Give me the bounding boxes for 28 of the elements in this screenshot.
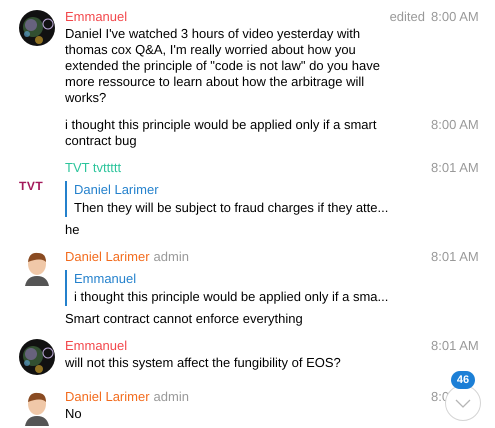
chevron-down-icon [455,398,471,408]
message-time: 8:01 AM [431,248,478,266]
message-time: 8:01 AM [431,159,478,177]
message-text: will not this system affect the fungibility of EOS? [65,355,341,371]
edited-label: edited [390,8,425,26]
role-label: admin [154,389,189,404]
unread-count-badge: 46 [451,371,475,389]
message-time: 8:00 AM [431,8,478,26]
reply-text: i thought this principle would be applied only if a sma... [74,288,390,306]
sender-name[interactable]: Emmanuel [65,9,128,24]
message-text: i thought this principle would be applied only if a smart contract bug [65,117,378,149]
avatar-logo: TVT [19,179,44,193]
role-label: admin [154,249,189,264]
sender-name[interactable]: Emmanuel [65,338,128,353]
message-text: No [65,406,82,422]
reply-text: Then they will be subject to fraud charges if they atte... [74,199,390,217]
message-text: he [65,222,80,238]
reply-author: Daniel Larimer [74,181,160,199]
reply-author: Emmanuel [74,270,138,288]
sender-name[interactable]: TVT tvttttt [65,160,122,175]
sender-name[interactable]: Daniel Larimer [65,249,150,264]
message-text: Daniel I've watched 3 hours of video yesterday with thomas cox Q&A, I'm really worried about how you extended the principle of "code is not law" do you have more ressource to learn about how the arbitrage will works? [65,26,381,106]
message-time: 8:01 AM [431,337,478,355]
message-time: 8:00 AM [431,117,478,134]
sender-name[interactable]: Daniel Larimer [65,389,150,404]
reply-quote[interactable]: Emmanuel i thought this principle would be applied only if a sma... [65,270,478,306]
reply-quote[interactable]: Daniel Larimer Then they will be subject to fraud charges if they atte... [65,181,478,217]
message-text: Smart contract cannot enforce everything [65,311,303,327]
